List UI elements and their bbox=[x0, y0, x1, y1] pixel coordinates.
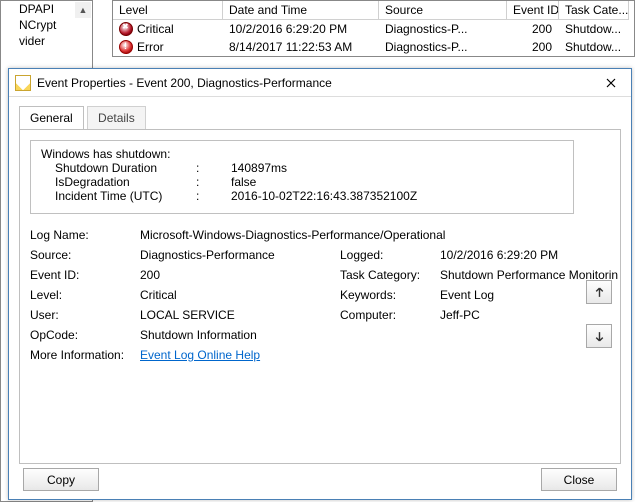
desc-key: Shutdown Duration bbox=[41, 161, 196, 175]
event-properties-dialog: Event Properties - Event 200, Diagnostic… bbox=[8, 68, 632, 500]
description-heading: Windows has shutdown: bbox=[41, 147, 563, 161]
error-icon bbox=[119, 40, 133, 54]
cell-source: Diagnostics-P... bbox=[379, 20, 507, 38]
next-event-button[interactable] bbox=[586, 324, 612, 348]
details-grid: Log Name: Microsoft-Windows-Diagnostics-… bbox=[30, 228, 574, 362]
col-level[interactable]: Level bbox=[113, 1, 223, 20]
desc-key: IsDegradation bbox=[41, 175, 196, 189]
prev-event-button[interactable] bbox=[586, 280, 612, 304]
label-keywords: Keywords: bbox=[340, 288, 440, 302]
label-taskcat: Task Category: bbox=[340, 268, 440, 282]
value-logname: Microsoft-Windows-Diagnostics-Performanc… bbox=[140, 228, 635, 242]
col-datetime[interactable]: Date and Time bbox=[223, 1, 379, 20]
tab-page-general: Windows has shutdown: Shutdown Duration:… bbox=[19, 129, 621, 464]
value-level: Critical bbox=[140, 288, 340, 302]
label-eventid: Event ID: bbox=[30, 268, 140, 282]
cell-eventid: 200 bbox=[507, 20, 559, 38]
cell-taskcat: Shutdow... bbox=[559, 20, 629, 38]
label-source: Source: bbox=[30, 248, 140, 262]
col-source[interactable]: Source bbox=[379, 1, 507, 20]
label-logged: Logged: bbox=[340, 248, 440, 262]
scroll-up-button[interactable]: ▲ bbox=[75, 2, 91, 18]
col-taskcat[interactable]: Task Cate... bbox=[559, 1, 629, 20]
cell-level: Critical bbox=[137, 22, 174, 36]
desc-val: false bbox=[231, 175, 256, 189]
critical-icon bbox=[119, 22, 133, 36]
label-level: Level: bbox=[30, 288, 140, 302]
cell-eventid: 200 bbox=[507, 38, 559, 56]
close-button[interactable]: Close bbox=[541, 468, 617, 491]
label-computer: Computer: bbox=[340, 308, 440, 322]
close-icon[interactable] bbox=[595, 73, 627, 93]
tree-item[interactable]: NCrypt bbox=[1, 17, 92, 33]
label-user: User: bbox=[30, 308, 140, 322]
cell-datetime: 10/2/2016 6:29:20 PM bbox=[223, 20, 379, 38]
copy-button[interactable]: Copy bbox=[23, 468, 99, 491]
desc-val: 2016-10-02T22:16:43.387352100Z bbox=[231, 189, 417, 203]
tab-strip: General Details bbox=[9, 97, 631, 129]
cell-datetime: 8/14/2017 11:22:53 AM bbox=[223, 38, 379, 56]
app-icon bbox=[15, 75, 31, 91]
cell-source: Diagnostics-P... bbox=[379, 38, 507, 56]
label-moreinfo: More Information: bbox=[30, 348, 140, 362]
link-online-help[interactable]: Event Log Online Help bbox=[140, 348, 260, 362]
desc-key: Incident Time (UTC) bbox=[41, 189, 196, 203]
cell-level: Error bbox=[137, 40, 164, 54]
col-eventid[interactable]: Event ID bbox=[507, 1, 559, 20]
table-row[interactable]: Critical 10/2/2016 6:29:20 PM Diagnostic… bbox=[113, 20, 634, 38]
window-title: Event Properties - Event 200, Diagnostic… bbox=[37, 76, 595, 90]
value-source: Diagnostics-Performance bbox=[140, 248, 340, 262]
value-user: LOCAL SERVICE bbox=[140, 308, 340, 322]
tree-item[interactable]: vider bbox=[1, 33, 92, 49]
description-box: Windows has shutdown: Shutdown Duration:… bbox=[30, 140, 574, 214]
desc-val: 140897ms bbox=[231, 161, 287, 175]
column-headers[interactable]: Level Date and Time Source Event ID Task… bbox=[113, 1, 634, 20]
title-bar[interactable]: Event Properties - Event 200, Diagnostic… bbox=[9, 69, 631, 97]
value-logged: 10/2/2016 6:29:20 PM bbox=[440, 248, 635, 262]
label-logname: Log Name: bbox=[30, 228, 140, 242]
label-opcode: OpCode: bbox=[30, 328, 140, 342]
tab-details[interactable]: Details bbox=[87, 106, 146, 129]
table-row[interactable]: Error 8/14/2017 11:22:53 AM Diagnostics-… bbox=[113, 38, 634, 56]
event-list: Level Date and Time Source Event ID Task… bbox=[112, 0, 635, 57]
value-eventid: 200 bbox=[140, 268, 340, 282]
tab-general[interactable]: General bbox=[19, 106, 84, 130]
value-opcode: Shutdown Information bbox=[140, 328, 635, 342]
cell-taskcat: Shutdow... bbox=[559, 38, 629, 56]
